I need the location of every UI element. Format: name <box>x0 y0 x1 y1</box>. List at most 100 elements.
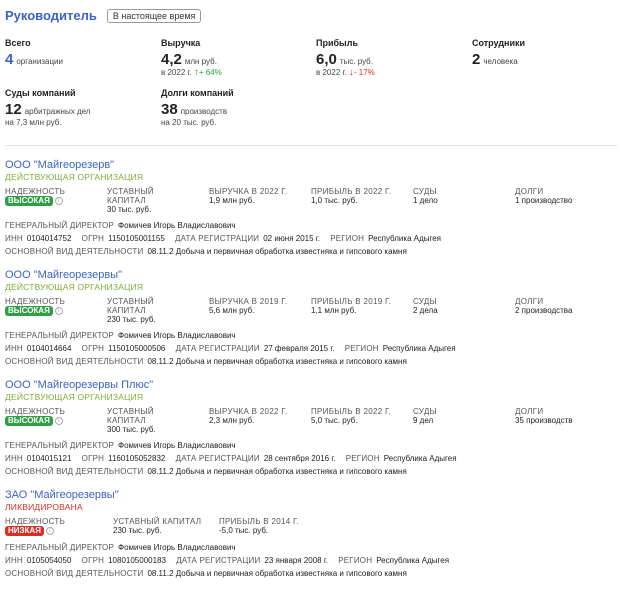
debts-block: ДОЛГИ 1 производство <box>515 187 572 206</box>
director-row: ГЕНЕРАЛЬНЫЙ ДИРЕКТОР Фомичев Игорь Владис… <box>5 543 244 552</box>
stat-sub: в 2022 г. ↓- 17% <box>316 68 375 78</box>
company-name-link[interactable]: ООО "Майгеорезерв" <box>5 159 617 171</box>
stat-debts: Долги компаний 38 производств на 20 тыс.… <box>161 88 234 128</box>
stat-change: + 64% <box>198 68 222 77</box>
director-row: ГЕНЕРАЛЬНЫЙ ДИРЕКТОР Фомичев Игорь Владис… <box>5 441 244 450</box>
stat-revenue: Выручка 4,2 млн руб. в 2022 г. ↑+ 64% <box>161 38 222 78</box>
director-label: ГЕНЕРАЛЬНЫЙ ДИРЕКТОР <box>5 331 115 340</box>
courts-label: СУДЫ <box>413 407 437 416</box>
stat-label: Выручка <box>161 38 201 48</box>
director-name[interactable]: Фомичев Игорь Владиславович <box>118 221 236 230</box>
stat-label: Долги компаний <box>161 88 234 98</box>
company-status: ДЕЙСТВУЮЩАЯ ОРГАНИЗАЦИЯ <box>5 282 144 292</box>
director-name[interactable]: Фомичев Игорь Владиславович <box>118 331 236 340</box>
company-card: ООО "Майгеорезервы" ДЕЙСТВУЮЩАЯ ОРГАНИЗА… <box>5 269 617 369</box>
capital-value: 300 тыс. руб. <box>107 425 156 434</box>
ogrn-value: 1080105000183 <box>108 556 166 565</box>
stat-unit: человека <box>483 57 518 66</box>
registry-row: ИНН 0104014752 ОГРН 1150105001155 ДАТА РЕГ… <box>5 234 449 243</box>
stat-unit: млн руб. <box>184 57 217 66</box>
company-name-link[interactable]: ЗАО "Майгеорезервы" <box>5 489 617 501</box>
capital-label: УСТАВНЫЙ КАПИТАЛ <box>107 187 154 205</box>
company-name-link[interactable]: ООО "Майгеорезервы Плюс" <box>5 379 617 391</box>
reg-date-label: ДАТА РЕГИСТРАЦИИ <box>175 344 260 353</box>
inn-value: 0104015121 <box>26 454 72 463</box>
info-icon[interactable]: i <box>54 196 63 205</box>
capital-value: 230 тыс. руб. <box>113 526 162 535</box>
director-name[interactable]: Фомичев Игорь Владиславович <box>118 441 236 450</box>
reliability-label: НАДЕЖНОСТЬ <box>5 517 66 526</box>
courts-block: СУДЫ 9 дел <box>413 407 437 426</box>
debts-block: ДОЛГИ 35 производств <box>515 407 573 426</box>
stat-value: 4,2 <box>161 51 182 68</box>
profit-value: 1,0 тыс. руб. <box>311 196 358 205</box>
divider <box>5 145 617 146</box>
reliability-label: НАДЕЖНОСТЬ <box>5 297 66 306</box>
profit-block: ПРИБЫЛЬ В 2019 Г. 1,1 млн руб. <box>311 297 391 316</box>
company-card: ООО "Майгеорезервы Плюс" ДЕЙСТВУЮЩАЯ ОРГ… <box>5 379 617 479</box>
profit-label: ПРИБЫЛЬ В 2022 Г. <box>311 407 392 416</box>
reg-date-value: 27 февраля 2015 г. <box>263 344 335 353</box>
capital-label: УСТАВНЫЙ КАПИТАЛ <box>107 297 154 315</box>
stat-unit: организации <box>16 57 63 66</box>
info-icon[interactable]: i <box>54 306 63 315</box>
capital-block: УСТАВНЫЙ КАПИТАЛ 30 тыс. руб. <box>107 187 177 215</box>
stat-year: в 2022 г. <box>316 68 347 77</box>
capital-label: УСТАВНЫЙ КАПИТАЛ <box>113 517 202 526</box>
activity-value: 08.11.2 Добыча и первичная обработка изв… <box>147 569 407 578</box>
activity-label: ОСНОВНОЙ ВИД ДЕЯТЕЛЬНОСТИ <box>5 357 144 366</box>
region-value: Республика Адыгея <box>376 556 450 565</box>
debts-value: 2 производства <box>515 306 573 315</box>
revenue-value: 1,9 млн руб. <box>209 196 255 205</box>
reliability-badge: ВЫСОКАЯ <box>5 196 53 206</box>
ogrn-value: 1160105052832 <box>108 454 166 463</box>
revenue-block: ВЫРУЧКА В 2019 Г. 5,6 млн руб. <box>209 297 287 316</box>
activity-label: ОСНОВНОЙ ВИД ДЕЯТЕЛЬНОСТИ <box>5 467 144 476</box>
header: Руководитель В настоящее время <box>5 8 202 23</box>
stat-label: Сотрудники <box>472 38 526 48</box>
courts-block: СУДЫ 1 дело <box>413 187 438 206</box>
info-icon[interactable]: i <box>45 526 54 535</box>
inn-value: 0104014664 <box>26 344 72 353</box>
stat-label: Всего <box>5 38 31 48</box>
revenue-label: ВЫРУЧКА В 2022 Г. <box>209 187 288 196</box>
debts-label: ДОЛГИ <box>515 297 544 306</box>
capital-block: УСТАВНЫЙ КАПИТАЛ 230 тыс. руб. <box>113 517 201 536</box>
revenue-block: ВЫРУЧКА В 2022 Г. 1,9 млн руб. <box>209 187 287 206</box>
ogrn-label: ОГРН <box>81 234 105 243</box>
stat-unit: производств <box>180 107 228 116</box>
period-tag[interactable]: В настоящее время <box>106 8 202 23</box>
profit-block: ПРИБЫЛЬ В 2022 Г. 1,0 тыс. руб. <box>311 187 391 206</box>
registry-row: ИНН 0104014664 ОГРН 1150105000506 ДАТА РЕГ… <box>5 344 464 353</box>
courts-label: СУДЫ <box>413 187 437 196</box>
director-label: ГЕНЕРАЛЬНЫЙ ДИРЕКТОР <box>5 441 115 450</box>
director-row: ГЕНЕРАЛЬНЫЙ ДИРЕКТОР Фомичев Игорь Владис… <box>5 331 244 340</box>
activity-value: 08.11.2 Добыча и первичная обработка изв… <box>147 247 407 256</box>
activity-row: ОСНОВНОЙ ВИД ДЕЯТЕЛЬНОСТИ 08.11.2 Добыча … <box>5 357 415 366</box>
revenue-value: 2,3 млн руб. <box>209 416 255 425</box>
courts-label: СУДЫ <box>413 297 437 306</box>
ogrn-label: ОГРН <box>81 556 105 565</box>
capital-block: УСТАВНЫЙ КАПИТАЛ 300 тыс. руб. <box>107 407 177 435</box>
reliability-badge: НИЗКАЯ <box>5 526 44 536</box>
orgs-count-link[interactable]: 4 <box>5 51 13 68</box>
activity-row: ОСНОВНОЙ ВИД ДЕЯТЕЛЬНОСТИ 08.11.2 Добыча … <box>5 467 415 476</box>
stat-value: 2 <box>472 51 481 68</box>
profit-label: ПРИБЫЛЬ В 2019 Г. <box>311 297 392 306</box>
stat-sub: на 7,3 млн руб. <box>5 118 62 127</box>
activity-label: ОСНОВНОЙ ВИД ДЕЯТЕЛЬНОСТИ <box>5 569 144 578</box>
inn-value: 0104014752 <box>26 234 72 243</box>
inn-label: ИНН <box>5 234 23 243</box>
company-name-link[interactable]: ООО "Майгеорезервы" <box>5 269 617 281</box>
region-label: РЕГИОН <box>338 556 373 565</box>
stat-sub: в 2022 г. ↑+ 64% <box>161 68 222 78</box>
director-name[interactable]: Фомичев Игорь Владиславович <box>118 543 236 552</box>
activity-value: 08.11.2 Добыча и первичная обработка изв… <box>147 357 407 366</box>
director-label: ГЕНЕРАЛЬНЫЙ ДИРЕКТОР <box>5 221 115 230</box>
inn-label: ИНН <box>5 556 23 565</box>
info-icon[interactable]: i <box>54 416 63 425</box>
region-value: Республика Адыгея <box>368 234 442 243</box>
stat-year: в 2022 г. <box>161 68 192 77</box>
reg-date-label: ДАТА РЕГИСТРАЦИИ <box>175 234 260 243</box>
profit-block: ПРИБЫЛЬ В 2014 Г. -5,0 тыс. руб. <box>219 517 299 536</box>
